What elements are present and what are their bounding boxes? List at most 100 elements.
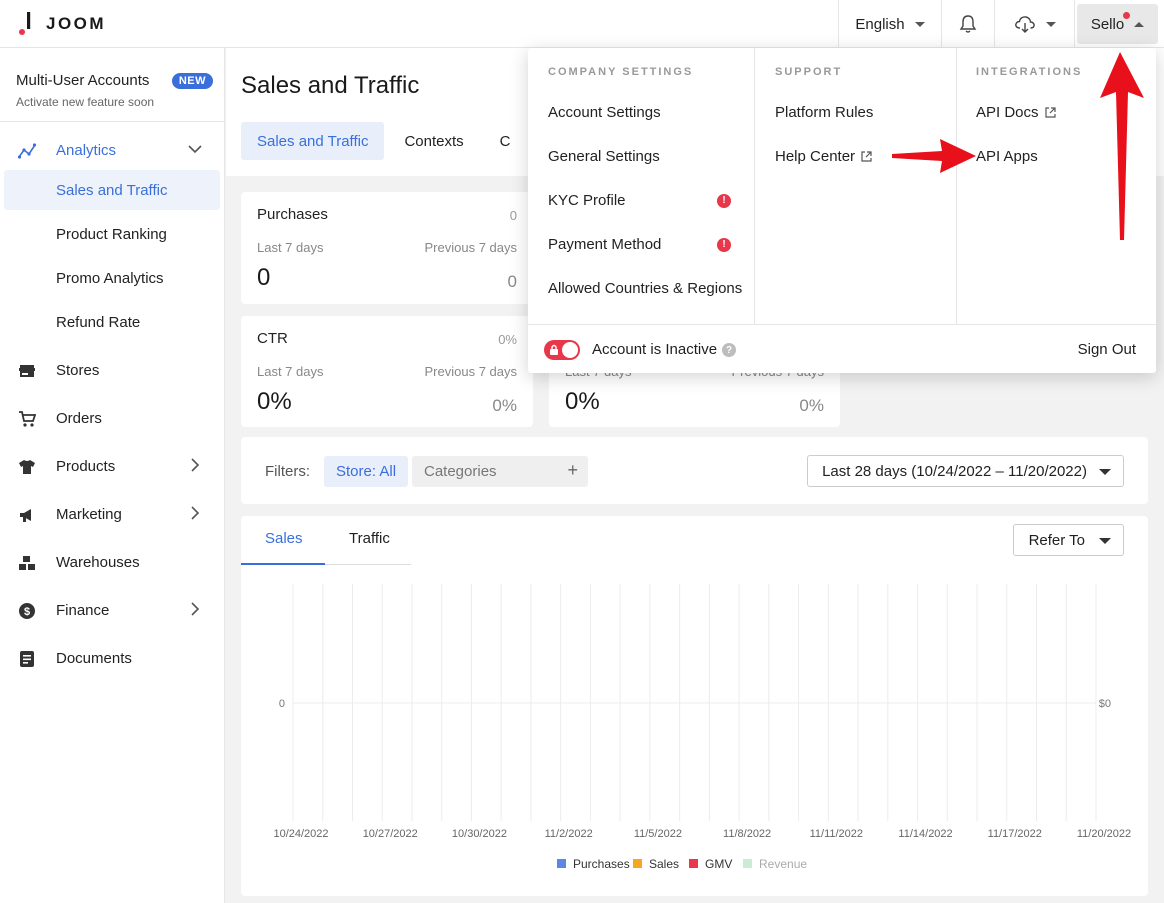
kpi-total: 0 (509, 208, 517, 223)
kpi-previous-value: 0% (799, 396, 824, 415)
promo-subtitle: Activate new feature soon (16, 95, 155, 109)
user-menu-button[interactable]: Sello (1076, 4, 1159, 44)
lock-icon (550, 344, 558, 355)
tab-contexts[interactable]: Contexts (388, 122, 479, 160)
chevron-down-icon (1045, 21, 1056, 27)
sidebar-item-analytics[interactable]: Analytics (0, 130, 224, 170)
sidebar: Multi-User Accounts Activate new feature… (0, 48, 225, 903)
menu-item-label: KYC Profile (548, 192, 626, 209)
menu-payment-method[interactable]: Payment Method ! (548, 236, 731, 253)
sidebar-item-label: Finance (56, 601, 110, 619)
notifications-button[interactable] (941, 0, 994, 48)
user-dropdown-menu: COMPANY SETTINGS Account Settings Genera… (528, 48, 1156, 373)
menu-general-settings[interactable]: General Settings (548, 148, 660, 165)
menu-item-label: API Docs (976, 104, 1039, 121)
language-label: English (855, 15, 905, 33)
x-tick-label: 11/8/2022 (723, 828, 771, 840)
menu-item-label: Payment Method (548, 236, 662, 253)
menu-account-settings[interactable]: Account Settings (548, 104, 661, 121)
legend-label: Revenue (759, 857, 807, 871)
filters-bar: Filters: Store: All Categories + Last 28… (241, 437, 1148, 504)
analytics-icon (18, 143, 36, 159)
legend-swatch (743, 859, 752, 868)
sidebar-item-label: Products (56, 457, 116, 475)
tab-third[interactable]: C (484, 122, 527, 160)
x-tick-label: 11/20/2022 (1077, 828, 1131, 840)
menu-platform-rules[interactable]: Platform Rules (775, 104, 873, 121)
x-tick-label: 11/11/2022 (810, 828, 863, 840)
company-settings-column: COMPANY SETTINGS Account Settings Genera… (528, 48, 755, 324)
y-left-tick-label: 0 (279, 698, 285, 710)
downloads-button[interactable] (994, 0, 1074, 48)
menu-api-apps[interactable]: API Apps (976, 148, 1038, 165)
logo[interactable]: JOOM (18, 12, 106, 36)
chevron-down-icon (914, 21, 925, 27)
menu-item-label: Help Center (775, 148, 856, 165)
tab-sales-and-traffic[interactable]: Sales and Traffic (241, 122, 385, 160)
kpi-value: 0% (257, 388, 292, 415)
kpi-value: 0 (257, 264, 271, 291)
x-tick-label: 10/27/2022 (363, 828, 418, 840)
multi-user-promo[interactable]: Multi-User Accounts Activate new feature… (0, 48, 224, 122)
sidebar-item-orders[interactable]: Orders (0, 398, 224, 438)
chevron-up-icon (188, 145, 202, 154)
kpi-period-label: Last 7 days (257, 364, 324, 379)
account-status-bar: Account is Inactive ? Sign Out (528, 324, 1156, 373)
dollar-coin-icon: $ (19, 603, 35, 619)
menu-kyc-profile[interactable]: KYC Profile ! (548, 192, 731, 209)
chart-card: Sales Traffic Refer To 0 $0 10/24/2022 10/2… (241, 516, 1148, 896)
integrations-heading: INTEGRATIONS (976, 66, 1083, 78)
logo-text: JOOM (46, 14, 107, 33)
warning-icon: ! (717, 193, 731, 208)
categories-label: Categories (424, 463, 497, 480)
svg-text:$: $ (24, 606, 30, 618)
legend-swatch (557, 859, 566, 868)
external-link-icon (861, 151, 872, 162)
kpi-previous-label: Previous 7 days (424, 240, 518, 255)
sidebar-item-documents[interactable]: Documents (0, 638, 224, 678)
sidebar-item-finance[interactable]: $ Finance (0, 590, 224, 630)
chevron-right-icon (191, 458, 200, 472)
account-status-toggle[interactable] (544, 340, 580, 360)
bell-icon (959, 15, 977, 33)
filters-label: Filters: (265, 463, 310, 480)
language-selector[interactable]: English (838, 0, 941, 48)
kpi-previous-label: Previous 7 days (424, 364, 518, 379)
sidebar-item-marketing[interactable]: Marketing (0, 494, 224, 534)
account-status-label: Account is Inactive (592, 341, 718, 358)
store-filter-chip[interactable]: Store: All (324, 456, 409, 487)
x-tick-label: 11/14/2022 (898, 828, 952, 840)
date-range-select[interactable]: Last 28 days (10/24/2022 – 11/20/2022) (807, 455, 1124, 487)
menu-allowed-countries[interactable]: Allowed Countries & Regions (548, 280, 742, 297)
sidebar-item-label: Documents (56, 649, 132, 667)
cart-icon (19, 411, 36, 427)
cloud-download-icon (1014, 16, 1035, 33)
sidebar-item-sales-and-traffic[interactable]: Sales and Traffic (4, 170, 220, 210)
sidebar-item-promo-analytics[interactable]: Promo Analytics (4, 258, 220, 298)
menu-api-docs[interactable]: API Docs (976, 104, 1056, 121)
kpi-previous-value: 0 (507, 272, 517, 291)
plus-icon: + (567, 460, 578, 480)
user-name: Sello (1090, 15, 1125, 33)
document-icon (20, 651, 34, 667)
sidebar-item-warehouses[interactable]: Warehouses (0, 542, 224, 582)
menu-help-center[interactable]: Help Center (775, 148, 872, 165)
user-menu-cell: Sello (1074, 0, 1164, 48)
sidebar-item-refund-rate[interactable]: Refund Rate (4, 302, 220, 342)
y-right-tick-label: $0 (1099, 698, 1111, 710)
kpi-card-purchases: Purchases 0 Last 7 days Previous 7 days … (241, 192, 533, 304)
tshirt-icon (19, 460, 35, 474)
company-settings-heading: COMPANY SETTINGS (548, 66, 694, 78)
sidebar-item-products[interactable]: Products (0, 446, 224, 486)
sign-out-link[interactable]: Sign Out (1078, 341, 1136, 358)
sales-chart: 0 $0 10/24/2022 10/27/2022 10/30/2022 11/2/20… (273, 584, 1131, 871)
sidebar-item-stores[interactable]: Stores (0, 350, 224, 390)
categories-filter-chip[interactable]: Categories + (412, 456, 588, 487)
support-heading: SUPPORT (775, 66, 843, 78)
sidebar-item-product-ranking[interactable]: Product Ranking (4, 214, 220, 254)
legend-label: Sales (649, 857, 679, 871)
page-tabs: Sales and Traffic Contexts C (241, 122, 527, 160)
help-icon[interactable]: ? (722, 343, 736, 357)
legend-swatch (689, 859, 698, 868)
kpi-total: 0% (498, 332, 517, 347)
